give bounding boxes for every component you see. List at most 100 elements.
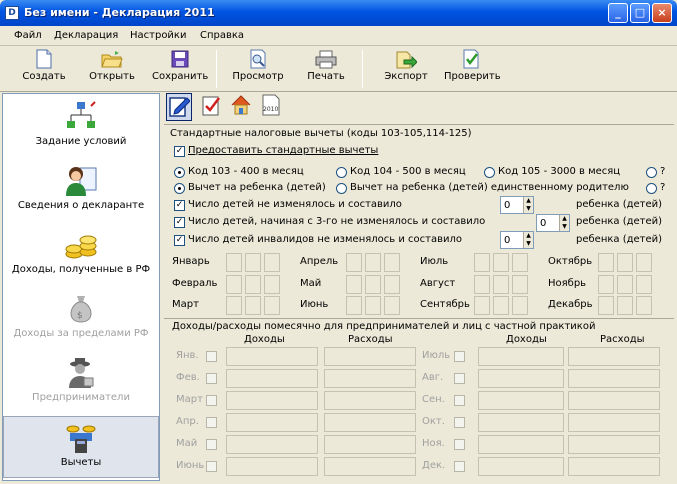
- minimize-button[interactable]: _: [608, 3, 628, 23]
- preview-button[interactable]: Просмотр: [230, 48, 286, 90]
- spin-arrows-icon[interactable]: ▲ ▼: [559, 215, 569, 231]
- ent-expense-input-right[interactable]: [568, 391, 660, 410]
- save-button[interactable]: Сохранить: [152, 48, 208, 90]
- ent-month-checkbox-left[interactable]: [206, 461, 217, 472]
- spin-arrows-icon[interactable]: ▲ ▼: [523, 197, 533, 213]
- month-input-oct[interactable]: [636, 253, 652, 272]
- ent-income-input-right[interactable]: [478, 457, 564, 476]
- ent-month-checkbox-left[interactable]: [206, 439, 217, 450]
- month-input-nov[interactable]: [617, 275, 633, 294]
- ent-month-checkbox-right[interactable]: [454, 395, 465, 406]
- month-input-jul[interactable]: [493, 253, 509, 272]
- menu-file[interactable]: Файл: [14, 30, 42, 41]
- sidebar-item-income-rf[interactable]: Доходы, полученные в РФ: [3, 224, 159, 286]
- month-input-dec[interactable]: [636, 296, 652, 315]
- month-input-mar[interactable]: [245, 296, 261, 315]
- ent-month-checkbox-left[interactable]: [206, 351, 217, 362]
- ent-expense-input-right[interactable]: [568, 457, 660, 476]
- month-input-apr[interactable]: [384, 253, 400, 272]
- menu-declaration[interactable]: Декларация: [54, 30, 118, 41]
- row3-checkbox[interactable]: ✓: [174, 235, 185, 246]
- ent-month-checkbox-right[interactable]: [454, 461, 465, 472]
- export-button[interactable]: Экспорт: [378, 48, 434, 90]
- ent-expense-input-left[interactable]: [324, 347, 416, 366]
- ent-expense-input-right[interactable]: [568, 369, 660, 388]
- month-input-aug[interactable]: [474, 275, 490, 294]
- sidebar-item-deductions[interactable]: Вычеты: [3, 416, 159, 478]
- row2-spinner[interactable]: 0 ▲ ▼: [536, 214, 570, 232]
- row1-spinner[interactable]: 0 ▲ ▼: [500, 196, 534, 214]
- month-input-jul[interactable]: [474, 253, 490, 272]
- month-input-may[interactable]: [365, 275, 381, 294]
- child-radio[interactable]: [174, 183, 185, 194]
- sidebar-item-income-abroad[interactable]: $ Доходы за пределами РФ: [3, 288, 159, 350]
- tab-property[interactable]: [228, 93, 254, 121]
- month-input-feb[interactable]: [245, 275, 261, 294]
- month-input-oct[interactable]: [617, 253, 633, 272]
- sidebar-item-entrepreneurs[interactable]: Предприниматели: [3, 352, 159, 414]
- month-input-mar[interactable]: [264, 296, 280, 315]
- month-input-feb[interactable]: [264, 275, 280, 294]
- month-input-jan[interactable]: [245, 253, 261, 272]
- code103-radio[interactable]: [174, 167, 185, 178]
- ent-income-input-right[interactable]: [478, 435, 564, 454]
- ent-expense-input-left[interactable]: [324, 435, 416, 454]
- spin-arrows-icon[interactable]: ▲ ▼: [523, 232, 533, 248]
- month-input-sep[interactable]: [512, 296, 528, 315]
- month-input-jan[interactable]: [264, 253, 280, 272]
- month-input-aug[interactable]: [512, 275, 528, 294]
- month-input-jun[interactable]: [365, 296, 381, 315]
- month-input-sep[interactable]: [474, 296, 490, 315]
- ent-income-input-left[interactable]: [226, 457, 318, 476]
- menu-help[interactable]: Справка: [200, 30, 244, 41]
- close-button[interactable]: ×: [652, 3, 672, 23]
- ent-income-input-right[interactable]: [478, 413, 564, 432]
- ent-month-checkbox-left[interactable]: [206, 417, 217, 428]
- month-input-jun[interactable]: [384, 296, 400, 315]
- ent-expense-input-right[interactable]: [568, 347, 660, 366]
- tab-checklist[interactable]: [198, 93, 224, 121]
- ent-expense-input-left[interactable]: [324, 391, 416, 410]
- ent-month-checkbox-right[interactable]: [454, 417, 465, 428]
- ent-income-input-right[interactable]: [478, 347, 564, 366]
- ent-income-input-right[interactable]: [478, 391, 564, 410]
- month-input-jan[interactable]: [226, 253, 242, 272]
- month-input-jun[interactable]: [346, 296, 362, 315]
- month-input-oct[interactable]: [598, 253, 614, 272]
- check-button[interactable]: Проверить: [444, 48, 501, 90]
- ent-expense-input-left[interactable]: [324, 413, 416, 432]
- month-input-sep[interactable]: [493, 296, 509, 315]
- row2-checkbox[interactable]: ✓: [174, 217, 185, 228]
- row3-spinner[interactable]: 0 ▲ ▼: [500, 231, 534, 249]
- title-bar[interactable]: D Без имени - Декларация 2011 _ □ ×: [0, 0, 677, 26]
- month-input-may[interactable]: [384, 275, 400, 294]
- ent-income-input-left[interactable]: [226, 347, 318, 366]
- month-input-feb[interactable]: [226, 275, 242, 294]
- code105-radio[interactable]: [484, 167, 495, 178]
- tab-2010[interactable]: 2010: [258, 93, 284, 121]
- ent-income-input-left[interactable]: [226, 435, 318, 454]
- ent-month-checkbox-right[interactable]: [454, 373, 465, 384]
- month-input-may[interactable]: [346, 275, 362, 294]
- ent-income-input-right[interactable]: [478, 369, 564, 388]
- month-input-apr[interactable]: [365, 253, 381, 272]
- month-input-mar[interactable]: [226, 296, 242, 315]
- code-other-radio[interactable]: [646, 167, 657, 178]
- ent-month-checkbox-right[interactable]: [454, 351, 465, 362]
- maximize-button[interactable]: □: [630, 3, 650, 23]
- ent-expense-input-left[interactable]: [324, 369, 416, 388]
- child-other-radio[interactable]: [646, 183, 657, 194]
- child-single-radio[interactable]: [336, 183, 347, 194]
- sidebar-item-declarant[interactable]: Сведения о декларанте: [3, 160, 159, 222]
- row1-checkbox[interactable]: ✓: [174, 200, 185, 211]
- ent-month-checkbox-left[interactable]: [206, 395, 217, 406]
- ent-income-input-left[interactable]: [226, 391, 318, 410]
- print-button[interactable]: Печать: [298, 48, 354, 90]
- ent-expense-input-right[interactable]: [568, 435, 660, 454]
- month-input-aug[interactable]: [493, 275, 509, 294]
- code104-radio[interactable]: [336, 167, 347, 178]
- ent-income-input-left[interactable]: [226, 413, 318, 432]
- month-input-nov[interactable]: [636, 275, 652, 294]
- month-input-nov[interactable]: [598, 275, 614, 294]
- provide-std-checkbox[interactable]: ✓: [174, 146, 185, 157]
